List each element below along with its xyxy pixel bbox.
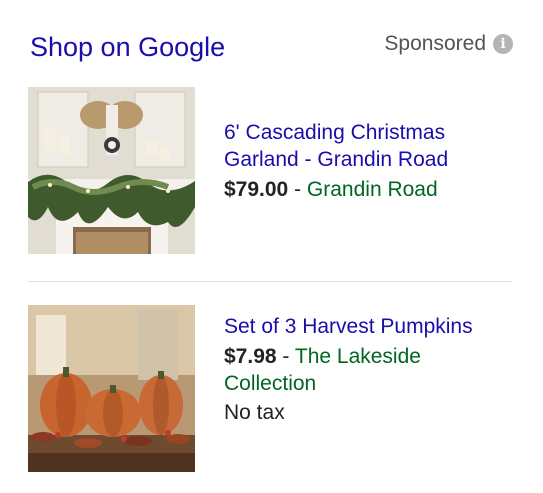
price-separator: - [282,345,290,368]
product-details: Set of 3 Harvest Pumpkins $7.98 - The La… [224,313,514,426]
product-listing[interactable]: 6' Cascading Christmas Garland - Grandin… [28,87,518,257]
price-line: $7.98 - The Lakeside Collection [224,343,514,397]
divider [28,281,512,282]
shop-on-google-link[interactable]: Shop on Google [30,32,225,63]
price-line: $79.00 - Grandin Road [224,176,514,203]
sponsored-text: Sponsored [384,32,486,55]
product-title-link[interactable]: Set of 3 Harvest Pumpkins [224,313,514,340]
product-details: 6' Cascading Christmas Garland - Grandin… [224,119,514,203]
tax-note: No tax [224,401,285,424]
product-title-link[interactable]: 6' Cascading Christmas Garland - Grandin… [224,119,514,173]
card-header: Shop on Google Sponsored i [30,28,513,68]
christmas-garland-mantel-icon[interactable] [28,87,195,254]
product-listing[interactable]: Set of 3 Harvest Pumpkins $7.98 - The La… [28,305,518,475]
price-separator: - [294,178,302,201]
shopping-ads-card: Shop on Google Sponsored i 6' Cascading … [0,0,543,493]
product-price: $7.98 [224,345,277,368]
info-icon[interactable]: i [493,34,513,54]
harvest-pumpkins-icon[interactable] [28,305,195,472]
sponsored-label: Sponsored i [384,32,513,56]
product-price: $79.00 [224,178,289,201]
merchant-name: Grandin Road [306,178,438,201]
